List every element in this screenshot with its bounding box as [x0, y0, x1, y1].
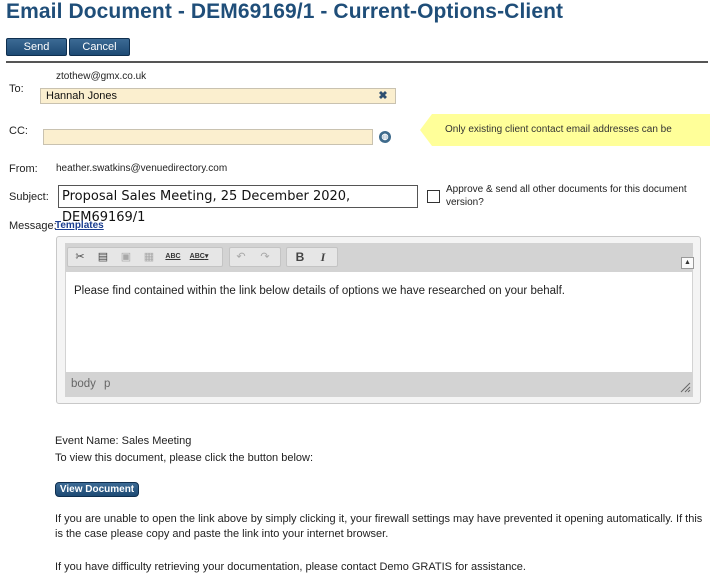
- cancel-button[interactable]: Cancel: [69, 38, 130, 56]
- paste-word-icon[interactable]: ▦: [141, 249, 157, 265]
- to-field[interactable]: Hannah Jones: [40, 88, 396, 104]
- bold-icon[interactable]: B: [292, 249, 308, 265]
- status-path-body[interactable]: body: [71, 378, 96, 390]
- event-name: Event Name: Sales Meeting: [55, 435, 192, 447]
- redo-icon[interactable]: ↷: [257, 249, 273, 265]
- collapse-toolbar-icon[interactable]: ▲: [681, 257, 694, 269]
- spellcheck-as-you-type-icon[interactable]: ABC▾: [189, 249, 209, 265]
- view-instruction: To view this document, please click the …: [55, 452, 314, 464]
- assistance-note: If you have difficulty retrieving your d…: [55, 561, 526, 573]
- page-title: Email Document - DEM69169/1 - Current-Op…: [6, 0, 564, 23]
- resize-handle-icon[interactable]: [680, 382, 691, 393]
- firewall-note: If you are unable to open the link above…: [55, 513, 703, 540]
- from-label: From:: [9, 163, 38, 175]
- templates-link[interactable]: Templates: [55, 220, 104, 231]
- view-document-button[interactable]: View Document: [55, 482, 139, 497]
- italic-icon[interactable]: I: [315, 249, 331, 265]
- to-label: To:: [9, 83, 24, 95]
- copy-icon[interactable]: ▤: [95, 249, 111, 265]
- spellcheck-icon[interactable]: ABC: [165, 249, 181, 265]
- spellcheck-as-you-type-label: ABC: [189, 253, 205, 260]
- undo-icon[interactable]: ↶: [233, 249, 249, 265]
- paste-icon[interactable]: ▣: [118, 249, 134, 265]
- approve-label: Approve & send all other documents for t…: [446, 184, 687, 208]
- status-path-p[interactable]: p: [104, 378, 110, 390]
- subject-input[interactable]: Proposal Sales Meeting, 25 December 2020…: [58, 185, 418, 225]
- cut-icon[interactable]: ✂: [72, 249, 88, 265]
- editor-content[interactable]: Please find contained within the link be…: [66, 272, 692, 372]
- from-value: heather.swatkins@venuedirectory.com: [56, 163, 228, 174]
- globe-icon[interactable]: ◍: [379, 131, 391, 143]
- cc-field[interactable]: [43, 129, 373, 145]
- header-divider: [6, 61, 708, 63]
- cc-label: CC:: [9, 125, 28, 137]
- subject-label: Subject:: [9, 191, 49, 203]
- to-recipient: Hannah Jones: [46, 90, 117, 102]
- cc-tooltip: Only existing client contact email addre…: [420, 114, 710, 146]
- send-button[interactable]: Send: [6, 38, 67, 56]
- to-email: ztothew@gmx.co.uk: [56, 71, 147, 82]
- approve-checkbox[interactable]: [427, 190, 440, 203]
- message-label: Message:: [9, 220, 57, 232]
- close-icon[interactable]: ✖: [377, 90, 389, 102]
